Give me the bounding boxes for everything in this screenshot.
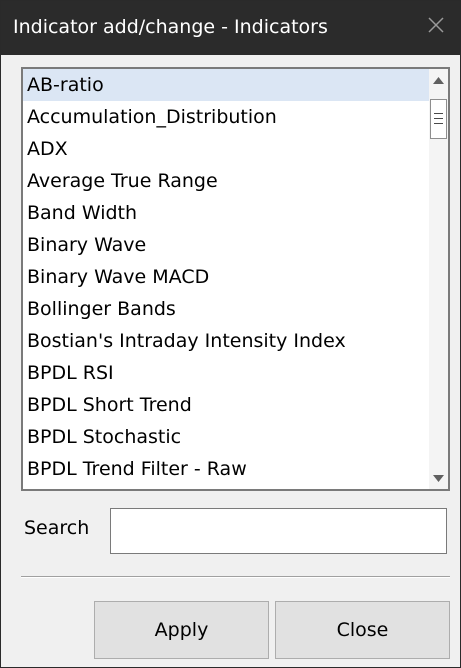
list-item[interactable]: BPDL RSI bbox=[23, 357, 429, 389]
search-label: Search bbox=[24, 517, 90, 539]
list-item[interactable]: BPDL Trend Filter - Raw bbox=[23, 453, 429, 485]
thumb-grip-line bbox=[434, 118, 443, 119]
separator-line bbox=[21, 576, 450, 578]
list-item[interactable]: ADX bbox=[23, 133, 429, 165]
list-item[interactable]: BPDL Stochastic bbox=[23, 421, 429, 453]
search-input[interactable] bbox=[110, 508, 447, 554]
close-button[interactable]: Close bbox=[275, 601, 450, 659]
list-item[interactable]: AB-ratio bbox=[23, 69, 429, 101]
list-item[interactable]: Band Width bbox=[23, 197, 429, 229]
list-item[interactable]: Average True Range bbox=[23, 165, 429, 197]
list-item[interactable]: Bostian's Intraday Intensity Index bbox=[23, 325, 429, 357]
list-item[interactable]: Binary Wave MACD bbox=[23, 261, 429, 293]
close-x-icon[interactable] bbox=[424, 13, 448, 37]
vertical-scrollbar[interactable] bbox=[429, 69, 448, 489]
scroll-up-arrow-icon[interactable] bbox=[429, 69, 448, 91]
indicator-list-items: AB-ratio Accumulation_Distribution ADX A… bbox=[23, 69, 429, 489]
scroll-down-arrow-icon[interactable] bbox=[429, 467, 448, 489]
list-item[interactable]: BPDL Short Trend bbox=[23, 389, 429, 421]
apply-button[interactable]: Apply bbox=[94, 601, 269, 659]
window-title: Indicator add/change - Indicators bbox=[13, 16, 328, 38]
thumb-grip-line bbox=[434, 123, 443, 124]
indicator-listbox[interactable]: AB-ratio Accumulation_Distribution ADX A… bbox=[21, 67, 450, 491]
title-bar[interactable]: Indicator add/change - Indicators bbox=[1, 1, 460, 55]
list-item[interactable]: Accumulation_Distribution bbox=[23, 101, 429, 133]
thumb-grip-line bbox=[434, 113, 443, 114]
list-item[interactable]: Bollinger Bands bbox=[23, 293, 429, 325]
indicator-dialog: Indicator add/change - Indicators AB-rat… bbox=[0, 0, 461, 668]
scrollbar-thumb[interactable] bbox=[430, 99, 447, 139]
list-item[interactable]: Binary Wave bbox=[23, 229, 429, 261]
